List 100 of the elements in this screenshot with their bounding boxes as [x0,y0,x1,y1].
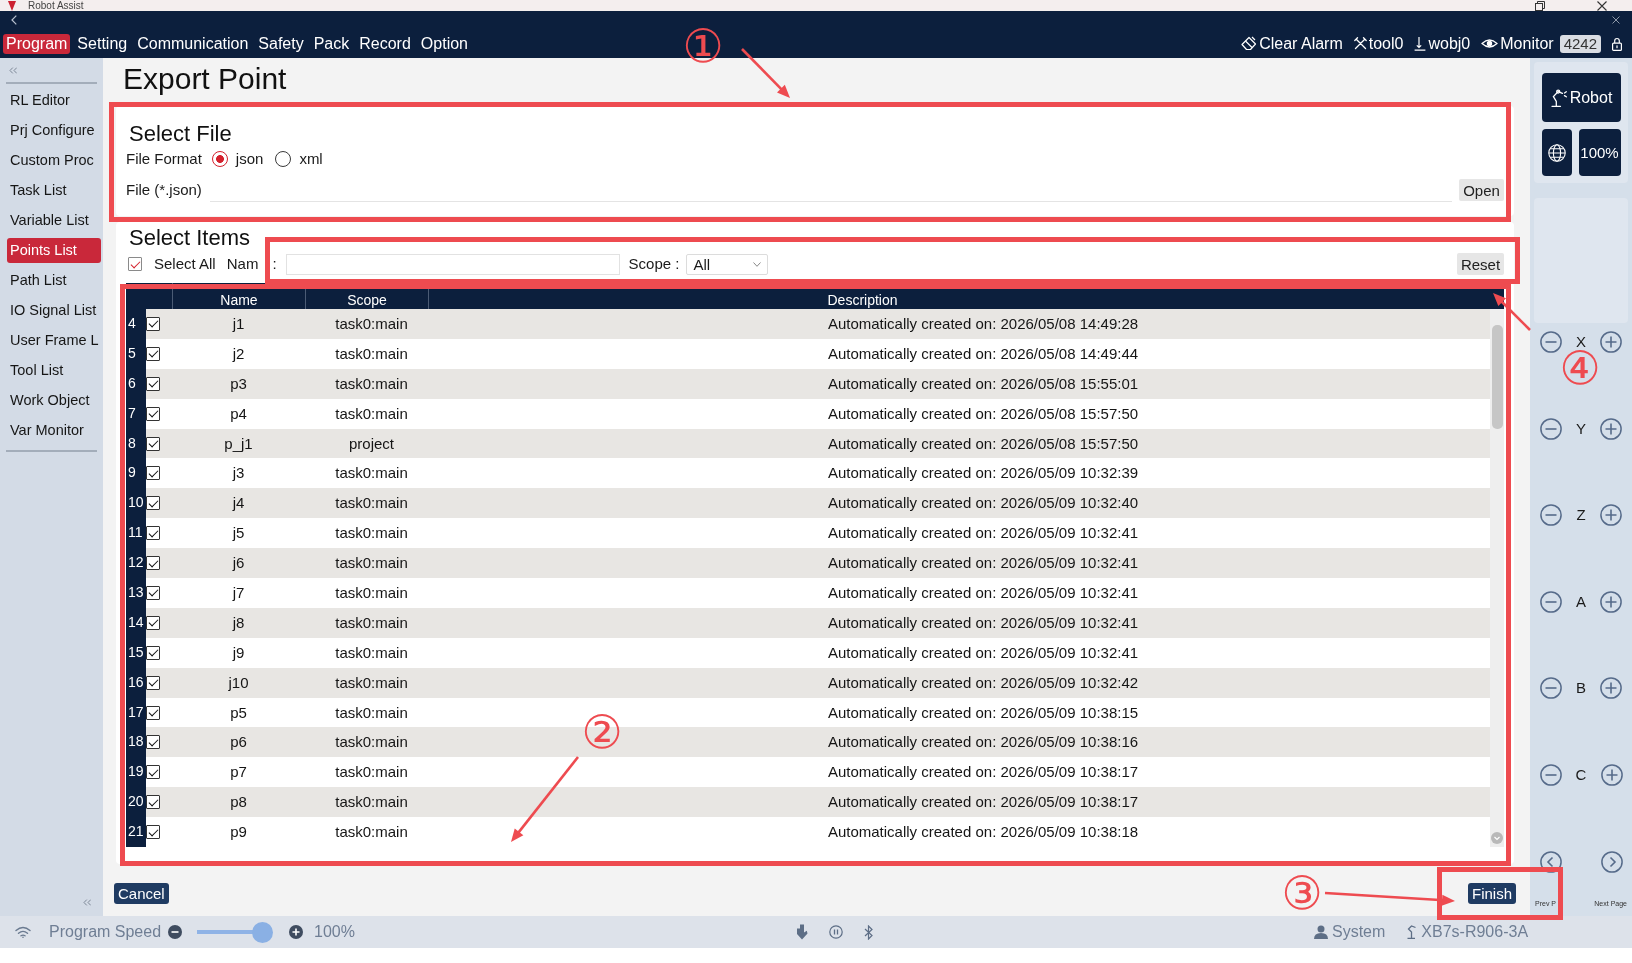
chevron-right-circle-icon[interactable] [1600,850,1623,873]
axis-label: A [1576,592,1586,611]
row-checkbox[interactable] [146,825,160,840]
scope-dropdown[interactable]: All [686,253,769,275]
restore-icon[interactable] [1535,0,1545,11]
sidebar-item[interactable]: IO Signal List [7,298,101,323]
row-checkbox[interactable] [146,795,160,810]
sidebar-item[interactable]: RL Editor [7,88,101,113]
table-cell-text: j1 [231,313,246,334]
row-checkbox[interactable] [146,765,160,780]
row-checkbox[interactable] [146,316,160,331]
radio-button[interactable] [275,151,292,167]
select-all-checkbox[interactable] [128,257,142,271]
table-cell-text: Automatically created on: 2026/05/09 10:32:41 [826,612,1140,633]
down-arrow-icon[interactable] [796,924,808,940]
monitor-button[interactable]: Monitor [1481,34,1554,53]
row-checkbox[interactable] [146,615,160,630]
row-checkbox[interactable] [146,466,160,481]
status-label: Program Speed [49,922,162,942]
work-object-button[interactable]: wobj0 [1414,34,1471,53]
row-checkbox[interactable] [146,735,160,750]
sidebar-item[interactable]: Custom Proc [7,148,101,173]
plus-circle-icon[interactable] [1600,677,1623,700]
table-cell-text: task0:main [334,373,409,394]
clear-alarm-button[interactable]: Clear Alarm [1241,34,1343,53]
column-header[interactable]: Scope [347,293,387,308]
sidebar-item[interactable]: Work Object [7,388,101,413]
row-number: 11 [126,518,146,549]
device-label: XB7s-R906-3A [1421,922,1529,942]
row-checkbox[interactable] [146,705,160,720]
row-number: 6 [126,368,146,399]
row-checkbox[interactable] [146,645,160,660]
wifi-icon [15,926,31,938]
plus-circle-icon[interactable] [1600,590,1623,613]
menu-item[interactable]: Record [356,33,414,54]
minus-circle-icon[interactable] [1539,677,1562,700]
row-checkbox[interactable] [146,675,160,690]
row-number: 21 [126,817,146,847]
scrollbar-thumb[interactable] [1491,325,1503,429]
row-checkbox[interactable] [146,526,160,541]
plus-circle-icon[interactable] [1600,417,1623,440]
menu-item[interactable]: Option [417,33,471,54]
close-icon[interactable] [1612,16,1620,24]
axis-label: C [1575,765,1587,784]
menu-item[interactable]: Setting [74,33,131,54]
table-cell-text: p5 [229,702,248,723]
sidebar-item[interactable]: Task List [7,178,101,203]
sidebar-item[interactable]: Points List [7,238,101,263]
row-checkbox[interactable] [146,585,160,600]
speed-button[interactable]: 100% [1578,129,1621,176]
minus-circle-icon[interactable] [168,925,183,939]
row-checkbox[interactable] [146,436,160,451]
row-checkbox[interactable] [146,346,160,361]
plus-circle-icon[interactable] [1600,763,1623,786]
tool-button[interactable]: tool0 [1353,34,1404,53]
pause-icon[interactable] [829,925,843,939]
name-field[interactable] [285,253,620,275]
sidebar-item[interactable]: Tool List [7,358,101,383]
menu-item[interactable]: Pack [310,33,353,54]
robot-button[interactable]: Robot [1541,73,1621,122]
minus-circle-icon[interactable] [1539,763,1562,786]
globe-button[interactable] [1541,129,1572,176]
scrollbar[interactable] [1490,309,1504,847]
row-number: 10 [126,488,146,519]
sidebar-item[interactable]: User Frame L [7,328,101,353]
sidebar-item[interactable]: Path List [7,268,101,293]
plus-circle-icon[interactable] [1600,331,1623,353]
minus-circle-icon[interactable] [1539,590,1562,613]
row-number: 4 [126,309,146,339]
menu-item[interactable]: Communication [134,33,252,54]
menu-item[interactable]: Safety [255,33,307,54]
finish-button[interactable]: Finish [1468,882,1516,904]
sidebar-item[interactable]: Variable List [7,208,101,233]
chevron-left-circle-icon[interactable] [1539,850,1562,873]
row-checkbox[interactable] [146,496,160,511]
cancel-button[interactable]: Cancel [114,882,169,904]
close-icon[interactable] [1597,0,1607,11]
plus-circle-icon[interactable] [289,925,304,939]
column-header[interactable]: Description [827,293,898,308]
minus-circle-icon[interactable] [1539,504,1562,527]
table-cell-text: p4 [229,403,248,424]
minus-circle-icon[interactable] [1539,331,1562,353]
lock-icon[interactable] [1612,36,1622,51]
minus-circle-icon[interactable] [1539,417,1562,440]
row-checkbox[interactable] [146,376,160,391]
sidebar-item[interactable]: Var Monitor [7,418,101,443]
menu-item[interactable]: Program [3,33,71,54]
bluetooth-icon[interactable] [864,924,873,940]
column-header[interactable]: Name [220,293,258,308]
table-cell-text: task0:main [334,642,409,663]
row-number: 12 [126,548,146,579]
plus-circle-icon[interactable] [1600,504,1623,527]
row-checkbox[interactable] [146,556,160,571]
reset-button[interactable]: Reset [1457,253,1504,275]
row-checkbox[interactable] [146,406,160,421]
chevron-left-icon[interactable] [11,15,17,25]
open-button[interactable]: Open [1459,179,1504,201]
sidebar-item[interactable]: Prj Configure [7,118,101,143]
slider-thumb[interactable] [252,921,274,943]
radio-button[interactable] [211,151,228,167]
